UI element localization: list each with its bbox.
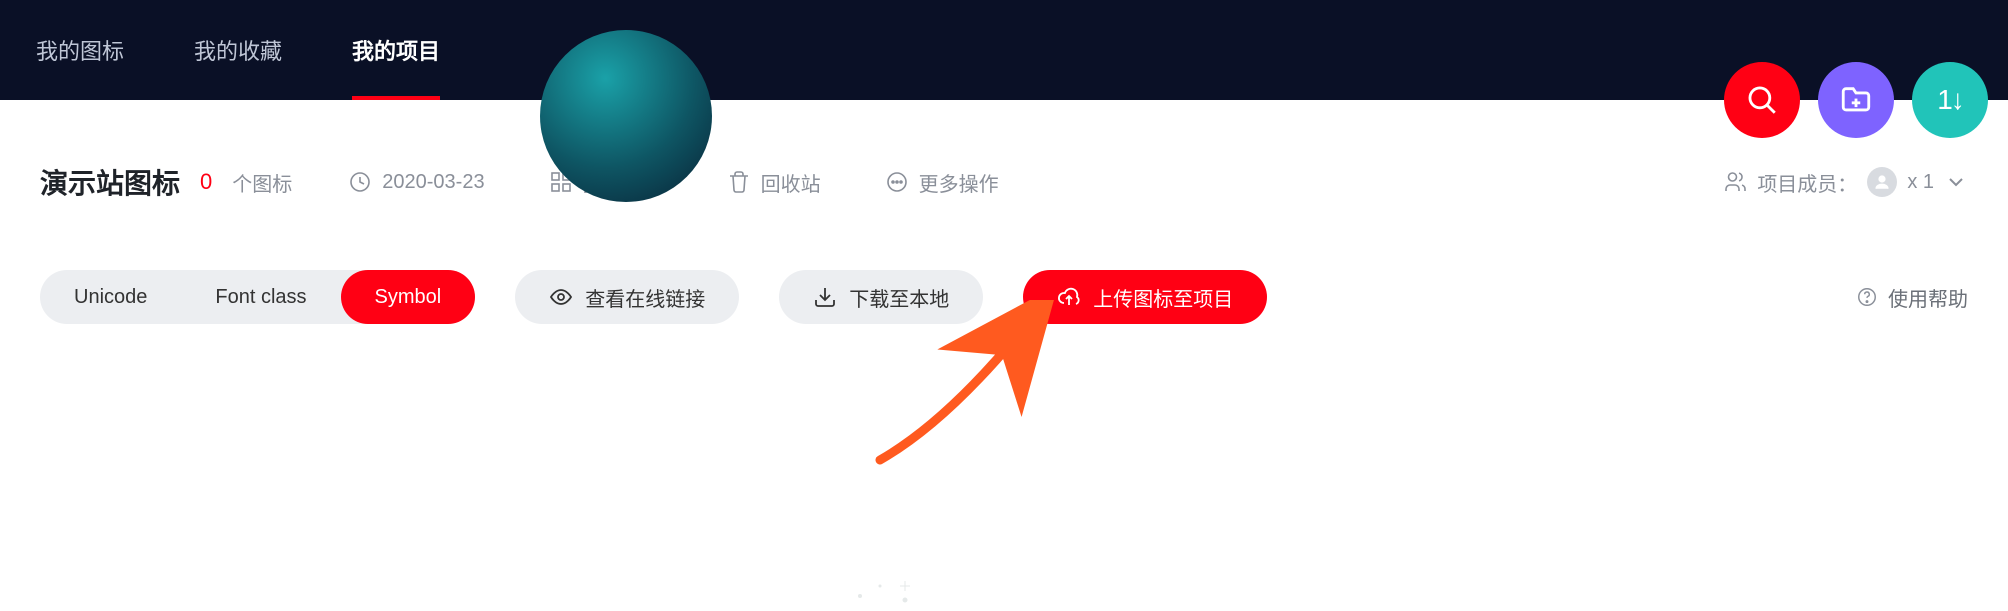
tab-my-projects[interactable]: 我的项目 (352, 0, 440, 100)
icon-count-label: 个图标 (232, 168, 292, 197)
dots-decoration (850, 566, 970, 606)
more-operations[interactable]: 更多操作 (885, 168, 999, 197)
floating-actions: 1↓ (1724, 62, 1988, 138)
recycle-label: 回收站 (761, 168, 821, 197)
help-icon (1856, 286, 1878, 308)
more-op-label: 更多操作 (919, 168, 999, 197)
date-text: 2020-03-23 (382, 171, 484, 194)
cloud-upload-icon (1057, 285, 1081, 309)
members-icon (1723, 170, 1747, 194)
download-label: 下载至本地 (849, 283, 949, 312)
mode-segment: Unicode Font class Symbol (40, 270, 475, 324)
members-label: 项目成员： (1757, 168, 1857, 197)
planet-decoration (540, 30, 712, 202)
trash-icon (727, 170, 751, 194)
action-row: Unicode Font class Symbol 查看在线链接 下载至本地 上… (0, 202, 2008, 324)
download-local-button[interactable]: 下载至本地 (779, 270, 983, 324)
download-icon (813, 285, 837, 309)
eye-icon (549, 285, 573, 309)
tab-my-icons[interactable]: 我的图标 (36, 0, 124, 100)
chevron-down-icon (1944, 170, 1968, 194)
new-project-button[interactable] (1818, 62, 1894, 138)
more-icon (885, 170, 909, 194)
mode-symbol[interactable]: Symbol (341, 270, 476, 324)
search-button[interactable] (1724, 62, 1800, 138)
upload-to-project-button[interactable]: 上传图标至项目 (1023, 270, 1267, 324)
avatar-text: 1↓ (1937, 84, 1963, 116)
project-header: 演示站图标 0 个图标 2020-03-23 批量操作 回收站 更多操作 项目成… (0, 100, 2008, 202)
mode-unicode[interactable]: Unicode (40, 270, 181, 324)
member-avatar (1867, 167, 1897, 197)
project-title: 演示站图标 (40, 162, 180, 202)
folder-plus-icon (1839, 83, 1873, 117)
recycle-bin[interactable]: 回收站 (727, 168, 821, 197)
help-label: 使用帮助 (1888, 283, 1968, 312)
project-date: 2020-03-23 (348, 170, 484, 194)
person-icon (1873, 173, 1891, 191)
top-nav-tabs: 我的图标 我的收藏 我的项目 (36, 0, 440, 100)
view-online-label: 查看在线链接 (585, 283, 705, 312)
icon-count: 0 (200, 169, 212, 195)
upload-label: 上传图标至项目 (1093, 283, 1233, 312)
tab-my-favorites[interactable]: 我的收藏 (194, 0, 282, 100)
project-members[interactable]: 项目成员： x 1 (1723, 167, 1968, 197)
search-icon (1745, 83, 1779, 117)
annotation-arrow (870, 300, 1070, 470)
help-link[interactable]: 使用帮助 (1856, 283, 1968, 312)
members-count: x 1 (1907, 171, 1934, 194)
view-online-link-button[interactable]: 查看在线链接 (515, 270, 739, 324)
clock-icon (348, 170, 372, 194)
mode-fontclass[interactable]: Font class (181, 270, 340, 324)
user-avatar-button[interactable]: 1↓ (1912, 62, 1988, 138)
top-nav: 我的图标 我的收藏 我的项目 1↓ (0, 0, 2008, 100)
